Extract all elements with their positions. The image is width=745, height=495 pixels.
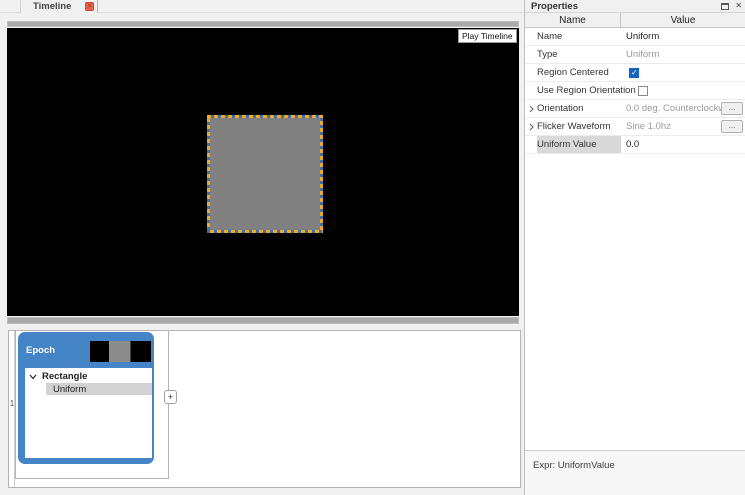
property-row-use-region-orientation[interactable]: Use Region Orientation ✓ — [525, 82, 745, 100]
column-header-name: Name — [525, 13, 621, 27]
region-centered-checkbox[interactable]: ✓ — [629, 68, 639, 78]
properties-panel: Properties ✕ Name Value Name Uniform Typ… — [524, 0, 745, 495]
column-header-value: Value — [621, 13, 745, 27]
property-row-region-centered[interactable]: Region Centered ✓ — [525, 64, 745, 82]
uniform-value-field[interactable]: 0.0 — [621, 136, 745, 153]
property-row-orientation[interactable]: Orientation 0.0 deg. Counterclockwise ..… — [525, 100, 745, 118]
epoch-thumbnail — [90, 341, 151, 362]
checkmark-icon: ✓ — [631, 68, 638, 77]
flicker-waveform-edit-button[interactable]: ... — [721, 120, 743, 133]
expression-status-text: Expr: UniformValue — [533, 460, 615, 471]
properties-status-bar: Expr: UniformValue — [525, 450, 745, 495]
property-name: Flicker Waveform — [537, 118, 621, 135]
tab-bar: Timeline ✕ — [0, 0, 523, 13]
orientation-edit-button[interactable]: ... — [721, 102, 743, 115]
tree-item-rectangle[interactable]: Rectangle — [25, 370, 152, 383]
epoch-label: Epoch — [26, 345, 55, 356]
epoch-card[interactable]: Epoch Rectangle Uniform — [18, 332, 154, 464]
property-name: Region Centered — [537, 64, 621, 81]
property-row-type[interactable]: Type Uniform — [525, 46, 745, 64]
expand-chevron-icon[interactable] — [529, 105, 534, 113]
property-name-selected: Uniform Value — [537, 136, 621, 153]
close-panel-icon[interactable]: ✕ — [735, 2, 742, 10]
property-name: Orientation — [537, 100, 621, 117]
properties-title: Properties — [531, 1, 578, 12]
expand-chevron-icon[interactable] — [529, 123, 534, 131]
epoch-layer-tree: Rectangle Uniform — [25, 368, 152, 458]
property-row-flicker-waveform[interactable]: Flicker Waveform Sine 1.0hz ... — [525, 118, 745, 136]
tab-close-icon[interactable]: ✕ — [85, 2, 94, 11]
tree-item-uniform-label: Uniform — [53, 384, 86, 395]
property-row-uniform-value[interactable]: Uniform Value 0.0 — [525, 136, 745, 154]
property-name: Name — [537, 28, 621, 45]
stimulus-uniform-fill[interactable] — [210, 118, 320, 230]
stimulus-canvas[interactable]: Play Timeline — [7, 28, 519, 316]
use-region-orientation-checkbox[interactable]: ✓ — [638, 86, 648, 96]
selection-dash-right — [320, 118, 323, 230]
selection-dash-bottom — [207, 230, 323, 233]
tab-timeline-label: Timeline — [33, 1, 71, 12]
chevron-down-icon — [29, 374, 37, 380]
property-name: Use Region Orientation — [537, 82, 638, 99]
tree-item-uniform[interactable]: Uniform — [46, 383, 152, 395]
add-epoch-button[interactable]: + — [164, 390, 177, 404]
property-row-name[interactable]: Name Uniform — [525, 28, 745, 46]
canvas-horizontal-scrollbar-bottom[interactable] — [7, 317, 519, 324]
tree-item-rectangle-label: Rectangle — [42, 371, 87, 382]
properties-column-headers: Name Value — [525, 13, 745, 28]
name-value-field[interactable]: Uniform — [621, 28, 745, 45]
property-name: Type — [537, 46, 621, 63]
type-value-readonly: Uniform — [621, 46, 745, 63]
timeline-panel: 1 Epoch Rectangle Uniform + — [8, 330, 521, 488]
application-window: Timeline ✕ Play Timeline 1 Epoch — [0, 0, 745, 495]
float-panel-icon[interactable] — [721, 3, 729, 10]
play-timeline-tooltip: Play Timeline — [458, 29, 517, 43]
timeline-track[interactable]: Epoch Rectangle Uniform + — [15, 330, 169, 479]
properties-header: Properties ✕ — [525, 0, 745, 13]
canvas-horizontal-scrollbar-top[interactable] — [7, 21, 519, 27]
stimulus-rectangle[interactable] — [207, 115, 323, 233]
tab-timeline[interactable]: Timeline ✕ — [20, 0, 98, 13]
